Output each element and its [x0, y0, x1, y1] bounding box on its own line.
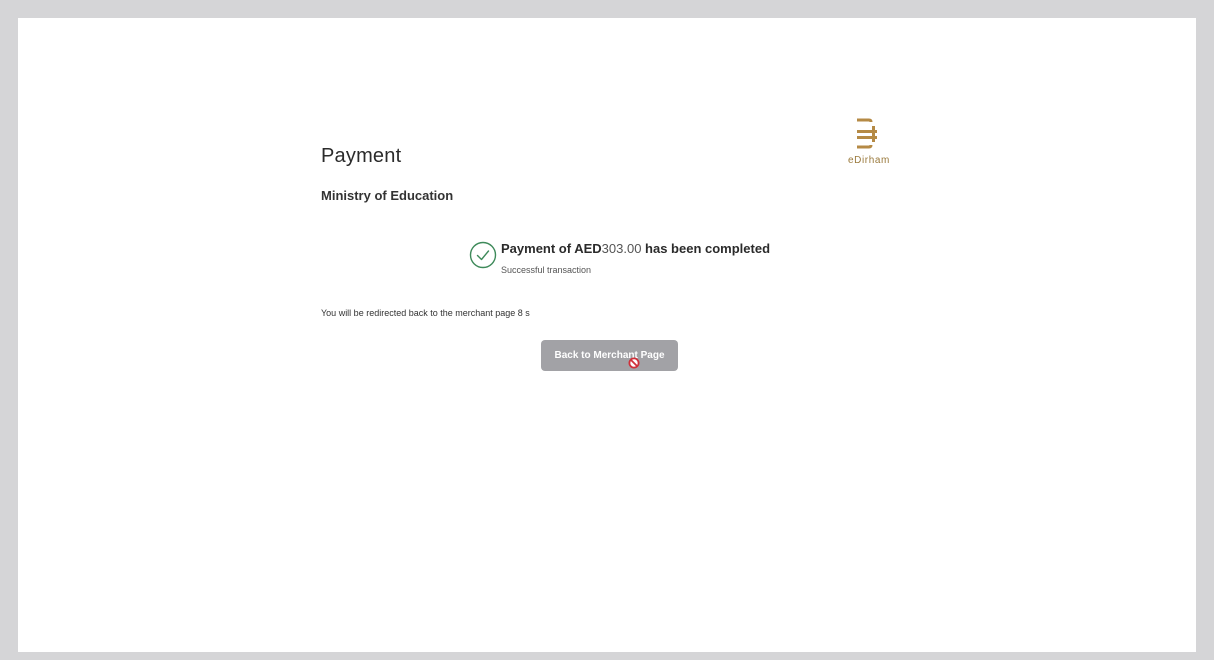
redirect-countdown: You will be redirected back to the merch… [321, 308, 530, 318]
status-prefix: Payment of AED [501, 241, 602, 256]
payment-status-message: Payment of AED303.00 has been completed [501, 241, 770, 256]
payment-amount: 303.00 [601, 241, 642, 256]
merchant-name: Ministry of Education [321, 188, 454, 203]
logo-text: eDirham [848, 155, 890, 166]
payment-page: Payment eDirham Ministry of Education Pa… [18, 18, 1196, 652]
check-circle-icon [469, 241, 497, 269]
status-subtext: Successful transaction [501, 265, 592, 275]
not-allowed-icon [628, 357, 640, 369]
edirham-logo-icon [857, 118, 877, 149]
edirham-logo: eDirham [843, 118, 893, 170]
status-suffix: has been completed [645, 241, 771, 256]
back-to-merchant-button[interactable]: Back to Merchant Page [541, 340, 678, 371]
page-title: Payment [321, 145, 402, 167]
